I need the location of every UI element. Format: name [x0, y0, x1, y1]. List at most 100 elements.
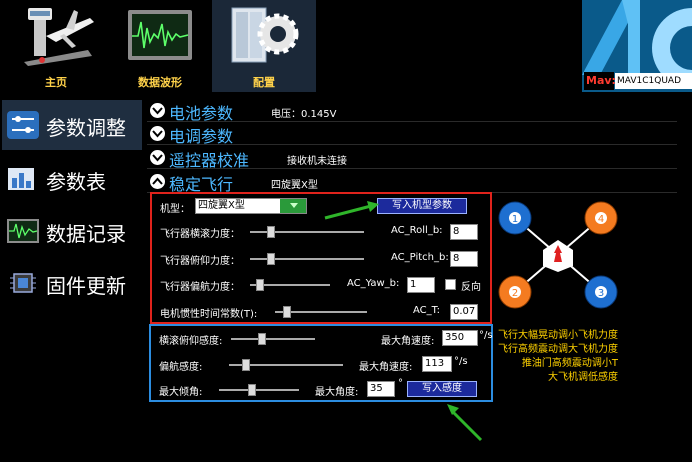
mav-row: Mav: MAV1C1QUAD: [584, 72, 692, 90]
rate-unit: °/s: [479, 330, 493, 341]
rp-sensitivity-slider[interactable]: [231, 333, 315, 345]
sidebar-item-label: 数据记录: [46, 222, 126, 246]
yaw-value-input[interactable]: 1: [407, 277, 435, 293]
roll-value-input[interactable]: 8: [450, 224, 478, 240]
bar-chart-icon: [8, 168, 34, 190]
chevron-down-icon: [150, 150, 165, 165]
section-title: 电池参数: [169, 104, 234, 123]
chip-icon: [10, 273, 36, 293]
slider-thumb[interactable]: [256, 279, 264, 291]
mav-label: Mav:: [584, 72, 616, 90]
section-title: 遥控器校准: [169, 151, 250, 170]
yaw-rate-label: 最大角速度:: [359, 362, 413, 373]
settings-gear-icon: [231, 7, 299, 63]
pitch-gain-label: 飞行器俯仰力度：: [160, 256, 240, 267]
slider-thumb[interactable]: [267, 253, 275, 265]
inertia-param-name: AC_T:: [413, 305, 441, 316]
motor-4-label: 4: [598, 214, 604, 225]
top-toolbar: 主页 数据波形 配置 Mav: MAV1C1QUAD: [0, 0, 692, 92]
pitch-gain-slider[interactable]: [250, 253, 364, 265]
pitch-param-name: AC_Pitch_b:: [391, 252, 449, 263]
chevron-down-icon: [150, 103, 165, 118]
sidebar-item-param-table[interactable]: 参数表: [2, 154, 142, 204]
slider-thumb[interactable]: [283, 306, 291, 318]
slider-thumb[interactable]: [267, 226, 275, 238]
yaw-param-name: AC_Yaw_b:: [347, 278, 400, 289]
sidebar-item-label: 参数调整: [46, 116, 126, 140]
annotation-arrow-icon: [447, 404, 483, 442]
tilt-angle-label: 最大角度:: [315, 387, 359, 398]
frame-label: 机型：: [160, 204, 190, 215]
tilt-label: 最大倾角:: [159, 387, 203, 398]
rp-rate-label: 最大角速度:: [381, 336, 435, 347]
sidebar: 参数调整 参数表 数据记录 固件更新: [0, 92, 143, 462]
sidebar-item-data-log[interactable]: 数据记录: [2, 206, 142, 256]
waveform-button[interactable]: 数据波形: [112, 0, 208, 92]
reverse-checkbox[interactable]: [445, 279, 456, 290]
roll-param-name: AC_Roll_b:: [391, 225, 443, 236]
waveform-label: 数据波形: [138, 76, 182, 89]
section-battery[interactable]: 电池参数 电压：0.145V: [147, 100, 677, 123]
reverse-label: 反向: [461, 282, 481, 293]
airport-icon: [24, 8, 94, 66]
monitor-waveform-icon: [128, 10, 192, 60]
rp-sensitivity-label: 横滚俯仰感度:: [159, 336, 223, 347]
home-button[interactable]: 主页: [10, 0, 102, 92]
slider-track: [231, 338, 315, 340]
yaw-gain-slider[interactable]: [250, 279, 330, 291]
quad-x-diagram: 1 4 2 3: [498, 201, 618, 309]
yaw-sensitivity-label: 偏航感度:: [159, 362, 203, 373]
roll-gain-label: 飞行器横滚力度：: [160, 229, 240, 240]
chevron-down-icon: [150, 126, 165, 141]
section-rc-calibration[interactable]: 遥控器校准 接收机未连接: [147, 147, 677, 170]
write-sensitivity-button[interactable]: 写入感度: [407, 381, 477, 397]
sidebar-item-firmware[interactable]: 固件更新: [2, 258, 142, 308]
battery-voltage: 电压：0.145V: [271, 109, 337, 120]
motor-2-label: 2: [512, 288, 518, 299]
main-panel: 电池参数 电压：0.145V 电调参数 遥控器校准 接收机未连接 稳定飞行 四旋…: [143, 96, 692, 462]
annotation-arrow-icon: [324, 201, 379, 220]
inertia-label: 电机惯性时间常数(T):: [160, 309, 258, 320]
config-label: 配置: [253, 76, 275, 89]
write-frame-button[interactable]: 写入机型参数: [377, 198, 467, 214]
config-button[interactable]: 配置: [212, 0, 316, 92]
waveform-icon: [7, 219, 39, 243]
section-esc[interactable]: 电调参数: [147, 123, 677, 146]
tuning-note: 大飞机调低感度: [548, 372, 618, 383]
yaw-sensitivity-slider[interactable]: [229, 359, 343, 371]
frame-type-select[interactable]: 四旋翼X型: [195, 198, 307, 214]
frame-type-text: 四旋翼X型: [271, 180, 318, 191]
rp-rate-input[interactable]: 350: [442, 330, 478, 346]
slider-track: [219, 389, 299, 391]
chevron-up-icon: [150, 174, 165, 189]
tilt-angle-input[interactable]: 35: [367, 381, 395, 397]
motor-3-label: 3: [598, 288, 604, 299]
yaw-rate-input[interactable]: 113: [422, 356, 452, 372]
sidebar-item-label: 参数表: [46, 170, 106, 194]
motor-2-icon: 2: [498, 275, 532, 309]
degree-unit: °: [398, 378, 403, 389]
motor-1-icon: 1: [498, 201, 532, 235]
mav-id-field[interactable]: MAV1C1QUAD: [615, 73, 692, 89]
yaw-gain-label: 飞行器偏航力度：: [160, 282, 240, 293]
rate-unit: °/s: [454, 356, 468, 367]
motor-4-icon: 4: [584, 201, 618, 235]
slider-thumb[interactable]: [258, 333, 266, 345]
sidebar-item-label: 固件更新: [46, 274, 126, 298]
section-stable-flight[interactable]: 稳定飞行 四旋翼X型: [147, 171, 677, 194]
slider-thumb[interactable]: [248, 384, 256, 396]
inertia-slider[interactable]: [275, 306, 367, 318]
roll-gain-slider[interactable]: [250, 226, 364, 238]
tuning-note: 飞行大幅晃动调小飞机力度: [498, 330, 618, 341]
pitch-value-input[interactable]: 8: [450, 251, 478, 267]
sidebar-item-param-adjust[interactable]: 参数调整: [2, 100, 142, 150]
tuning-note: 推油门高频震动调小T: [521, 358, 618, 369]
frame-type-value: 四旋翼X型: [198, 200, 245, 211]
receiver-status: 接收机未连接: [287, 156, 347, 167]
tilt-slider[interactable]: [219, 384, 299, 396]
slider-thumb[interactable]: [242, 359, 250, 371]
inertia-value-input[interactable]: 0.07: [450, 304, 478, 320]
motor-3-icon: 3: [584, 275, 618, 309]
dropdown-arrow-icon: [280, 199, 306, 213]
section-title: 电调参数: [169, 127, 234, 146]
